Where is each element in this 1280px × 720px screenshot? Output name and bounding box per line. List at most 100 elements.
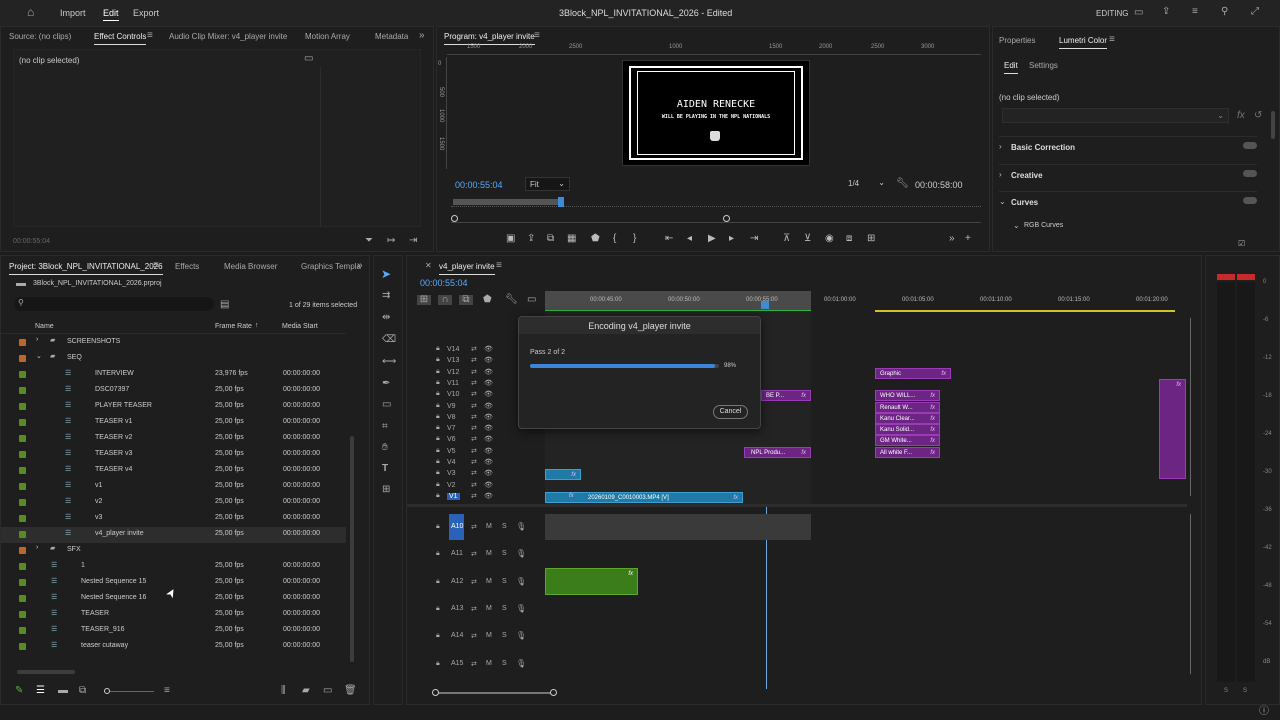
step-back-icon[interactable]: ◂ (687, 233, 692, 244)
lock-icon[interactable]: 🔒︎ (436, 402, 440, 410)
sync-lock-icon[interactable]: ⇄ (471, 578, 477, 586)
sync-lock-icon[interactable]: ⇄ (471, 413, 477, 421)
lock-icon[interactable]: 🔒︎ (436, 660, 440, 668)
razor-tool-icon[interactable]: ⌫ (382, 335, 396, 345)
bin-list-item[interactable]: ☰ PLAYER TEASER 25,00 fps 00:00:00:00 (1, 399, 346, 415)
tab-settings[interactable]: Settings (1029, 61, 1058, 70)
marker-icon[interactable]: ⬟ (591, 233, 600, 244)
lock-icon[interactable]: 🔒︎ (436, 481, 440, 489)
bin-list-item[interactable]: ☰ INTERVIEW 23,976 fps 00:00:00:00 (1, 367, 346, 383)
h-zoom-scrollbar[interactable] (432, 689, 557, 696)
solo-left-button[interactable]: S (1224, 688, 1228, 694)
mark-out-icon[interactable]: } (633, 233, 636, 244)
lock-icon[interactable]: 🔒︎ (436, 379, 440, 387)
eye-icon[interactable]: 👁︎ (484, 345, 493, 353)
linked-selection-icon[interactable]: ⧉ (459, 295, 473, 305)
audio-track-header[interactable]: 🔒︎ A10 ⇄ M S 🎙︎ (407, 514, 542, 540)
scroll-handle-right[interactable] (723, 215, 730, 222)
bin-list-item[interactable]: ☰ v3 25,00 fps 00:00:00:00 (1, 511, 346, 527)
mark-in-icon[interactable]: { (613, 233, 616, 244)
ripple-edit-tool-icon[interactable]: ⇹ (382, 313, 390, 323)
eye-icon[interactable]: 👁︎ (484, 458, 493, 466)
list-scrollbar[interactable] (350, 436, 354, 662)
label-color-swatch[interactable] (19, 371, 26, 378)
lock-icon[interactable]: 🔒︎ (436, 424, 440, 432)
section-basic-correction[interactable]: › Basic Correction (999, 136, 1257, 154)
sync-lock-icon[interactable]: ⇄ (471, 660, 477, 668)
zoom-scrollbar[interactable] (451, 215, 981, 223)
cancel-button[interactable]: Cancel (713, 405, 748, 419)
audio-track-header[interactable]: 🔒︎ A12 ⇄ M S 🎙︎ (407, 569, 542, 595)
more-tabs-icon[interactable]: » (419, 31, 425, 41)
audio-track-header[interactable]: 🔒︎ A14 ⇄ M S 🎙︎ (407, 623, 542, 649)
label-color-swatch[interactable] (19, 499, 26, 506)
solo-button[interactable]: S (502, 523, 507, 530)
remix-tool-icon[interactable]: ⌗ (382, 422, 388, 432)
clip-all-white[interactable]: All white F... fx (875, 447, 940, 458)
lock-icon[interactable]: 🔒︎ (436, 390, 440, 398)
mute-button[interactable]: M (486, 578, 492, 585)
bin-list-item[interactable]: ☰ 1 25,00 fps 00:00:00:00 (1, 559, 346, 575)
lock-icon[interactable]: 🔒︎ (436, 368, 440, 376)
eye-icon[interactable]: 👁︎ (484, 424, 493, 432)
solo-button[interactable]: S (502, 578, 507, 585)
sync-lock-icon[interactable]: ⇄ (471, 632, 477, 640)
home-icon[interactable]: ⌂ (27, 6, 34, 18)
zoom-handle-right[interactable] (550, 689, 557, 696)
list-icon[interactable]: ≡ (1192, 7, 1198, 17)
clip-main-v1[interactable]: 20260109_C0010003.MP4 [V] fx (545, 492, 743, 503)
mic-icon[interactable]: 🎙︎ (516, 549, 526, 558)
eye-icon[interactable]: 👁︎ (484, 402, 493, 410)
sync-lock-icon[interactable]: ⇄ (471, 345, 477, 353)
timeline-timecode[interactable]: 00:00:55:04 (420, 278, 468, 288)
label-color-swatch[interactable] (19, 387, 26, 394)
bin-list-item[interactable]: ☰ TEASER 25,00 fps 00:00:00:00 (1, 607, 346, 623)
program-timebar[interactable] (451, 197, 981, 207)
mute-button[interactable]: M (486, 605, 492, 612)
label-color-swatch[interactable] (19, 435, 26, 442)
safe-margins-icon[interactable]: ▣ (506, 233, 515, 244)
lumetri-menu-icon[interactable]: ≡ (1109, 35, 1115, 45)
tab-metadata[interactable]: Metadata (375, 32, 408, 41)
lock-icon[interactable]: 🔒︎ (436, 435, 440, 443)
audio-track-header[interactable]: 🔒︎ A13 ⇄ M S 🎙︎ (407, 596, 542, 622)
tab-properties[interactable]: Properties (999, 36, 1035, 45)
extract-icon[interactable]: ⊻ (804, 233, 811, 244)
eye-icon[interactable]: 👁︎ (484, 390, 493, 398)
share-icon[interactable]: ⇪ (1162, 7, 1170, 17)
label-color-swatch[interactable] (19, 451, 26, 458)
add-button-icon[interactable]: + (965, 233, 971, 244)
clip-gm-white[interactable]: GM White... fx (875, 435, 940, 446)
vr-icon[interactable]: ⊞ (867, 233, 875, 244)
tab-effects[interactable]: Effects (175, 262, 199, 271)
quality-dropdown[interactable]: 1/4 ⌄ (844, 177, 889, 191)
bin-list-item[interactable]: ☰ TEASER v2 25,00 fps 00:00:00:00 (1, 431, 346, 447)
sync-lock-icon[interactable]: ⇄ (471, 523, 477, 531)
rectangle-tool-icon[interactable]: ▭ (382, 400, 391, 410)
rgb-curves-label[interactable]: RGB Curves (1024, 222, 1063, 229)
mic-icon[interactable]: 🎙︎ (516, 604, 526, 613)
captions-tool-icon[interactable]: ⊞ (382, 485, 390, 495)
eye-icon[interactable]: 👁︎ (484, 435, 493, 443)
section-creative[interactable]: › Creative (999, 164, 1257, 182)
lock-icon[interactable]: 🔒︎ (436, 492, 440, 500)
tab-media-browser[interactable]: Media Browser (224, 262, 277, 271)
clip-graphic[interactable]: Graphic fx (875, 368, 951, 379)
bin-list-item[interactable]: ☰ TEASER v4 25,00 fps 00:00:00:00 (1, 463, 346, 479)
label-color-swatch[interactable] (19, 643, 26, 650)
tab-audio-clip-mixer[interactable]: Audio Clip Mixer: v4_player invite (169, 32, 287, 41)
new-bin-icon[interactable]: ▤ (220, 300, 229, 310)
mic-icon[interactable]: 🎙︎ (516, 631, 526, 640)
overwrite-icon[interactable]: ⧉ (547, 233, 554, 244)
chevron-right-icon[interactable]: › (36, 336, 38, 343)
label-color-swatch[interactable] (19, 483, 26, 490)
clip-audio-a12[interactable]: fx (545, 568, 638, 595)
close-icon[interactable]: ✕ (425, 261, 432, 271)
label-color-swatch[interactable] (19, 531, 26, 538)
clip-toggle-icon[interactable]: ▭ (304, 54, 313, 64)
label-color-swatch[interactable] (19, 595, 26, 602)
clip-v3[interactable]: fx (545, 469, 581, 480)
toggle-switch[interactable] (1243, 142, 1257, 149)
panel-menu-icon[interactable]: ≡ (147, 31, 153, 41)
captions-icon[interactable]: ▭ (527, 295, 536, 305)
